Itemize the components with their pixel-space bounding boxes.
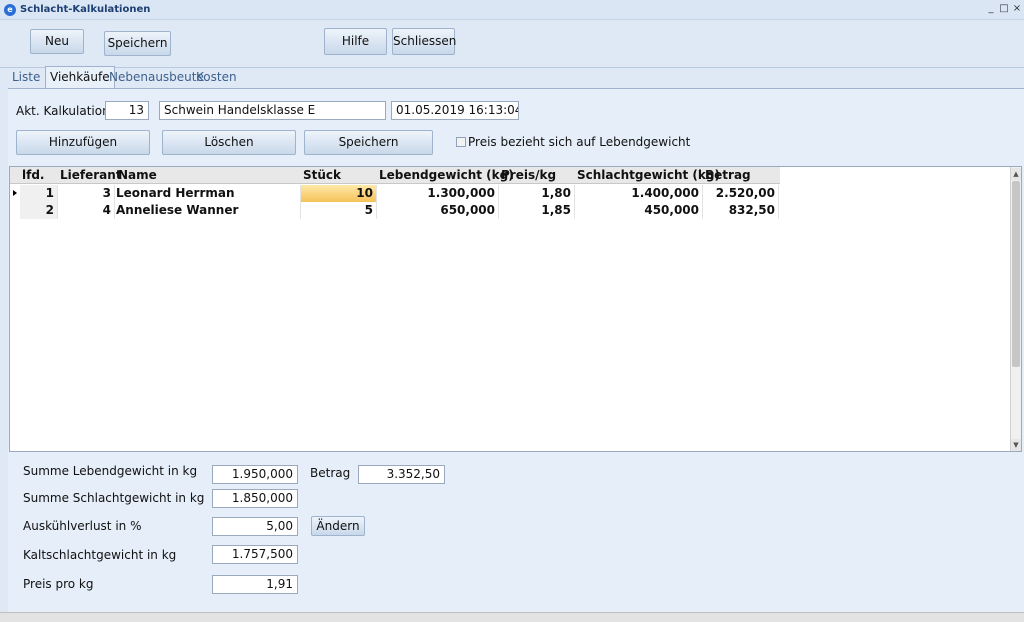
- title-bar: e Schlacht-Kalkulationen _ □ ×: [0, 0, 1024, 20]
- kalkulation-label: Akt. Kalkulation: [16, 104, 110, 118]
- table-cell-lebendgewicht[interactable]: 1.300,000: [377, 185, 499, 202]
- column-header-betrag[interactable]: Betrag: [703, 167, 751, 184]
- cooling-loss-field[interactable]: 5,00: [212, 517, 298, 536]
- tab-kosten[interactable]: Kosten: [192, 68, 241, 88]
- table-cell-stueck[interactable]: 5: [301, 202, 377, 219]
- scroll-down-icon[interactable]: ▼: [1011, 439, 1021, 451]
- sum-slaughter-weight-field[interactable]: 1.850,000: [212, 489, 298, 508]
- close-window-button[interactable]: ×: [1011, 2, 1023, 16]
- save-row-button[interactable]: Speichern: [304, 130, 433, 155]
- table-cell-lieferant[interactable]: 4: [58, 202, 115, 219]
- scroll-up-icon[interactable]: ▲: [1011, 168, 1021, 180]
- table-cell-stueck[interactable]: 10: [301, 185, 377, 202]
- table-cell-name[interactable]: Leonard Herrman: [115, 185, 301, 202]
- table-cell-lfd[interactable]: 1: [20, 185, 58, 202]
- price-per-kg-label: Preis pro kg: [23, 577, 94, 591]
- column-header-lfd[interactable]: lfd.: [20, 167, 44, 184]
- sum-live-weight-label: Summe Lebendgewicht in kg: [23, 464, 198, 478]
- close-button[interactable]: Schliessen: [392, 28, 456, 55]
- minimize-button[interactable]: _: [985, 2, 997, 16]
- table-cell-preis-kg[interactable]: 1,80: [499, 185, 575, 202]
- maximize-button[interactable]: □: [998, 2, 1010, 16]
- sum-live-weight-field[interactable]: 1.950,000: [212, 465, 298, 484]
- delete-button[interactable]: Löschen: [162, 130, 296, 155]
- cooling-loss-label: Auskühlverlust in %: [23, 519, 142, 533]
- price-live-weight-label: Preis bezieht sich auf Lebendgewicht: [468, 135, 691, 149]
- column-header-stueck[interactable]: Stück: [301, 167, 341, 184]
- help-button[interactable]: Hilfe: [324, 28, 387, 55]
- change-button[interactable]: Ändern: [311, 516, 365, 536]
- window-title: Schlacht-Kalkulationen: [20, 4, 151, 15]
- column-header-lieferant[interactable]: Lieferant: [58, 167, 122, 184]
- vertical-scrollbar[interactable]: ▲ ▼: [1010, 167, 1021, 451]
- table-cell-betrag[interactable]: 2.520,00: [703, 185, 779, 202]
- column-header-schlachtgewicht[interactable]: Schlachtgewicht (kg): [575, 167, 720, 184]
- column-header-preis-kg[interactable]: Preis/kg: [499, 167, 556, 184]
- kalkulation-datetime-field[interactable]: 01.05.2019 16:13:04: [391, 101, 519, 120]
- tab-liste[interactable]: Liste: [8, 68, 44, 88]
- new-button[interactable]: Neu: [30, 29, 84, 54]
- price-per-kg-field[interactable]: 1,91: [212, 575, 298, 594]
- table-cell-lieferant[interactable]: 3: [58, 185, 115, 202]
- cold-slaughter-weight-label: Kaltschlachtgewicht in kg: [23, 548, 177, 562]
- sum-slaughter-weight-label: Summe Schlachtgewicht in kg: [23, 491, 205, 505]
- table-cell-preis-kg[interactable]: 1,85: [499, 202, 575, 219]
- table-cell-betrag[interactable]: 832,50: [703, 202, 779, 219]
- table-header: lfd. Lieferant Name Stück Lebendgewicht …: [10, 167, 780, 184]
- total-amount-field[interactable]: 3.352,50: [358, 465, 445, 484]
- column-header-lebendgewicht[interactable]: Lebendgewicht (kg): [377, 167, 514, 184]
- table-cell-schlachtgewicht[interactable]: 450,000: [575, 202, 703, 219]
- price-live-weight-checkbox[interactable]: [456, 137, 466, 147]
- status-bar: [0, 612, 1024, 622]
- table-cell-lebendgewicht[interactable]: 650,000: [377, 202, 499, 219]
- scrollbar-thumb[interactable]: [1012, 181, 1020, 367]
- purchase-table: lfd. Lieferant Name Stück Lebendgewicht …: [9, 166, 1022, 452]
- current-row-indicator-icon: [13, 190, 17, 196]
- column-header-name[interactable]: Name: [116, 167, 157, 184]
- table-cell-lfd[interactable]: 2: [20, 202, 58, 219]
- table-row[interactable]: 2 4 Anneliese Wanner 5 650,000 1,85 450,…: [10, 202, 780, 219]
- kalkulation-name-field[interactable]: Schwein Handelsklasse E: [159, 101, 386, 120]
- total-amount-label: Betrag: [310, 466, 351, 480]
- kalkulation-number-field[interactable]: 13: [105, 101, 149, 120]
- app-icon: e: [4, 4, 16, 16]
- toolbar: Neu Speichern Hilfe Schliessen: [0, 20, 1024, 68]
- save-button[interactable]: Speichern: [104, 31, 171, 56]
- cold-slaughter-weight-field[interactable]: 1.757,500: [212, 545, 298, 564]
- table-row[interactable]: 1 3 Leonard Herrman 10 1.300,000 1,80 1.…: [10, 185, 780, 202]
- add-button[interactable]: Hinzufügen: [16, 130, 150, 155]
- table-cell-schlachtgewicht[interactable]: 1.400,000: [575, 185, 703, 202]
- table-cell-name[interactable]: Anneliese Wanner: [115, 202, 301, 219]
